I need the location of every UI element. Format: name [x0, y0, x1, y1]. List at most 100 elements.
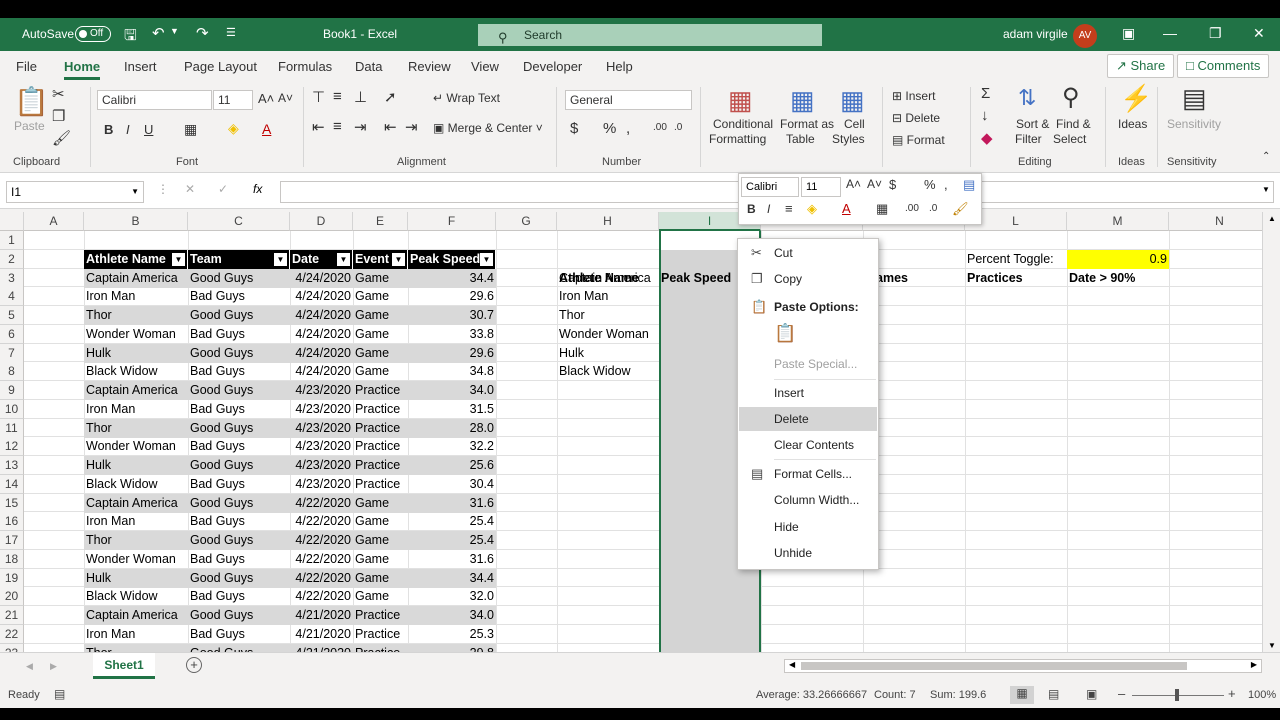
font-color-icon[interactable]: A — [842, 201, 851, 216]
table-cell[interactable]: Practice — [353, 644, 408, 653]
filter-dropdown-icon[interactable]: ▼ — [337, 253, 350, 266]
table-cell[interactable]: Game — [353, 306, 408, 325]
table-cell[interactable]: Game — [353, 494, 408, 513]
table-cell[interactable]: 25.3 — [408, 625, 496, 644]
row-header[interactable]: 6 — [0, 324, 24, 344]
table-cell[interactable]: Captain America — [84, 381, 188, 400]
decrease-font-icon[interactable]: A˅ — [278, 91, 293, 105]
fill-color-icon[interactable]: ◈ — [228, 120, 239, 137]
table-cell[interactable]: 4/22/2020 — [290, 550, 353, 569]
row-header[interactable]: 7 — [0, 343, 24, 363]
table-cell[interactable]: 4/23/2020 — [290, 400, 353, 419]
table-cell[interactable]: Thor — [84, 306, 188, 325]
decrease-decimal-icon[interactable]: .0 — [929, 203, 937, 214]
format-cells-icon[interactable]: ▤ — [963, 177, 975, 193]
table-cell[interactable]: 34.4 — [408, 269, 496, 288]
col-header-f[interactable]: F — [408, 212, 496, 231]
paste-option-icon[interactable]: 📋 — [774, 323, 796, 347]
table-cell[interactable]: Bad Guys — [188, 550, 290, 569]
table-cell[interactable]: Good Guys — [188, 306, 290, 325]
next-sheet-icon[interactable]: ▶ — [50, 661, 57, 672]
table-cell[interactable]: 34.0 — [408, 606, 496, 625]
table-cell[interactable]: 29.6 — [408, 344, 496, 363]
table-cell[interactable]: Thor — [84, 419, 188, 438]
table-cell[interactable]: Hulk — [84, 569, 188, 588]
table-cell[interactable]: Iron Man — [84, 512, 188, 531]
font-size-box[interactable]: 11 — [213, 90, 253, 110]
table-cell[interactable]: 31.6 — [408, 550, 496, 569]
col-header-g[interactable]: G — [496, 212, 557, 231]
row-header[interactable]: 19 — [0, 568, 24, 588]
orientation-icon[interactable]: ➚ — [384, 88, 397, 106]
table-cell[interactable]: Bad Guys — [188, 400, 290, 419]
bold-icon[interactable]: B — [747, 202, 756, 216]
table-cell[interactable]: 4/24/2020 — [290, 306, 353, 325]
row-header[interactable]: 13 — [0, 456, 24, 475]
collapse-ribbon-icon[interactable]: ⌃ — [1262, 151, 1270, 162]
decrease-decimal-icon[interactable]: .0 — [674, 122, 682, 133]
bold-icon[interactable]: B — [104, 122, 113, 137]
autosave-toggle[interactable]: Off — [75, 26, 111, 42]
select-all-corner[interactable] — [0, 212, 24, 231]
merge-center-button[interactable]: ▣ Merge & Center ˅ — [433, 121, 543, 135]
clear-icon[interactable]: ◆ — [981, 129, 993, 147]
table-cell[interactable]: Black Widow — [84, 362, 188, 381]
table-cell[interactable]: Game — [353, 569, 408, 588]
sort-filter-label-2[interactable]: Filter — [1015, 132, 1042, 146]
underline-icon[interactable]: U — [144, 122, 153, 137]
scroll-left-icon[interactable]: ◀ — [789, 660, 795, 669]
row-header[interactable]: 17 — [0, 531, 24, 550]
table-cell[interactable]: Good Guys — [188, 456, 290, 475]
row-header[interactable]: 22 — [0, 624, 24, 644]
table-cell[interactable]: 31.5 — [408, 400, 496, 419]
menu-item-column-width[interactable]: Column Width... — [739, 488, 877, 512]
table-cell[interactable]: Game — [353, 512, 408, 531]
prev-sheet-icon[interactable]: ◀ — [26, 661, 33, 672]
copy-icon[interactable]: ❐ — [52, 107, 65, 125]
format-painter-icon[interactable]: 🖌 — [52, 129, 71, 147]
table-cell[interactable]: Bad Guys — [188, 587, 290, 606]
cut-icon[interactable]: ✂ — [52, 85, 65, 103]
table-cell[interactable]: Bad Guys — [188, 625, 290, 644]
undo-icon[interactable]: ↶ — [152, 24, 165, 42]
fill-icon[interactable]: ↓ — [981, 107, 989, 124]
col-header-m[interactable]: M — [1067, 212, 1169, 231]
find-select-label-2[interactable]: Select — [1053, 132, 1086, 146]
table-cell[interactable]: 34.8 — [408, 362, 496, 381]
increase-font-icon[interactable]: A˄ — [258, 91, 274, 106]
row-header[interactable]: 21 — [0, 606, 24, 625]
row-header[interactable]: 20 — [0, 587, 24, 607]
table-header-team[interactable]: Team ▼ — [188, 250, 290, 269]
tab-review[interactable]: Review — [408, 59, 451, 74]
table-cell[interactable]: Wonder Woman — [84, 325, 188, 344]
autosum-icon[interactable]: Σ — [981, 85, 990, 102]
spreadsheet-grid[interactable]: A B C D E F G H I J K L M N 123456789101… — [0, 212, 1262, 652]
tab-page-layout[interactable]: Page Layout — [184, 59, 257, 74]
scroll-thumb[interactable] — [801, 662, 1187, 670]
table-cell[interactable]: 4/24/2020 — [290, 287, 353, 306]
status-sum[interactable]: Sum: 199.6 — [930, 689, 986, 701]
page-break-view-icon[interactable]: ▣ — [1086, 687, 1097, 701]
normal-view-icon[interactable]: ▦ — [1010, 686, 1034, 704]
paste-label[interactable]: Paste — [14, 119, 45, 133]
table-cell[interactable]: Iron Man — [84, 625, 188, 644]
summary-header-peak-speed[interactable]: Peak Speed — [659, 269, 733, 288]
cell-styles-icon[interactable]: ▦ — [840, 85, 865, 116]
menu-item-copy[interactable]: ❐ Copy — [739, 267, 877, 291]
row-header[interactable]: 11 — [0, 418, 24, 438]
summary-athlete-cell[interactable]: Hulk — [557, 344, 659, 363]
row-header[interactable]: 5 — [0, 306, 24, 325]
sheet-tab-sheet1[interactable]: Sheet1 — [93, 653, 155, 679]
table-cell[interactable]: Good Guys — [188, 569, 290, 588]
scroll-up-icon[interactable]: ▲ — [1268, 214, 1276, 223]
col-header-c[interactable]: C — [188, 212, 290, 231]
summary-athlete-cell[interactable]: Iron Man — [557, 287, 659, 306]
table-cell[interactable]: 4/22/2020 — [290, 512, 353, 531]
menu-item-hide[interactable]: Hide — [739, 515, 877, 539]
table-cell[interactable]: Iron Man — [84, 287, 188, 306]
summary-header-partial[interactable]: ames — [874, 269, 910, 288]
table-cell[interactable]: 32.0 — [408, 587, 496, 606]
sort-filter-label[interactable]: Sort & — [1016, 117, 1049, 131]
add-sheet-icon[interactable]: + — [186, 657, 202, 673]
currency-icon[interactable]: $ — [889, 177, 896, 192]
